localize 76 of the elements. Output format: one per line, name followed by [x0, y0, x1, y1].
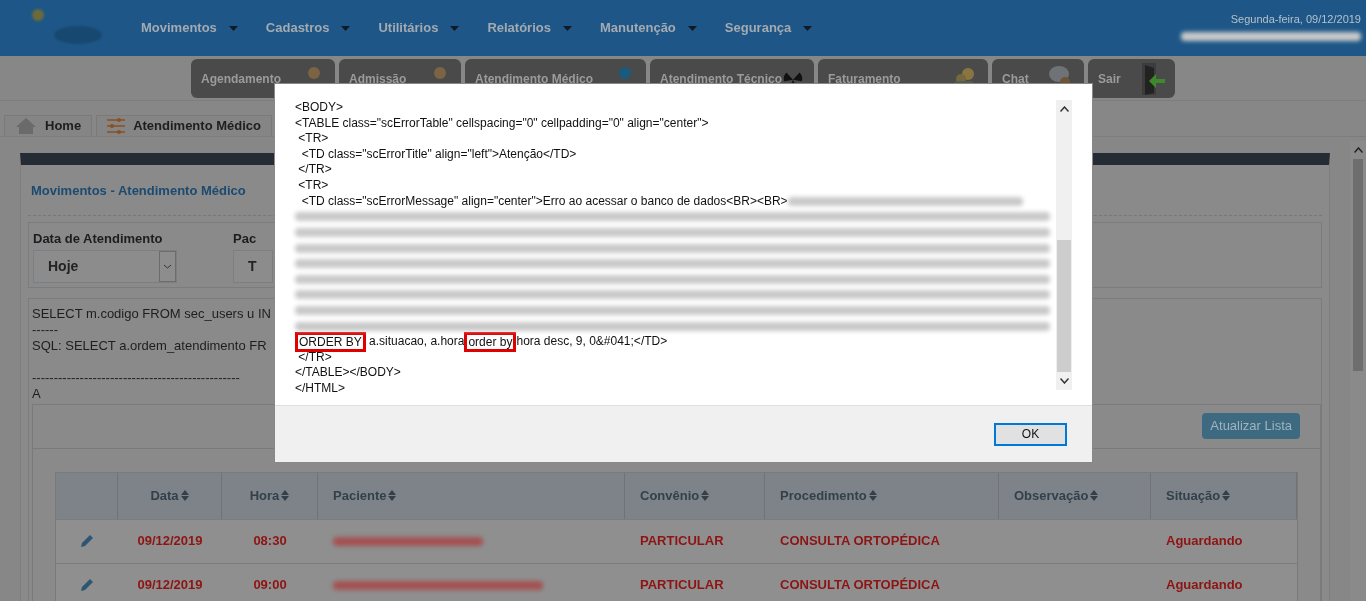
menu-item[interactable]: Manutenção — [599, 18, 697, 38]
sort-icon — [1090, 490, 1099, 501]
code-line: <TR> — [297, 177, 329, 194]
column-header[interactable]: Data — [150, 485, 179, 506]
caret-icon — [562, 25, 572, 31]
column-header[interactable]: Convênio — [640, 485, 700, 506]
pencil-icon[interactable] — [80, 578, 94, 592]
menu-item[interactable]: Cadastros — [265, 18, 351, 38]
select-field[interactable]: T — [233, 250, 273, 283]
table-cell-text: 08:30 — [253, 532, 287, 551]
table-cell-text: CONSULTA ORTOPÉDICA — [780, 576, 940, 595]
scroll-up-icon[interactable] — [1059, 106, 1069, 112]
sort-icon — [281, 490, 290, 501]
home-icon — [15, 116, 37, 135]
sliders-icon — [107, 117, 126, 134]
code-line: <TR> — [297, 131, 329, 147]
table-cell-text: PARTICULAR — [640, 532, 724, 551]
shortcut-button[interactable]: Sair — [1088, 59, 1175, 98]
error-text: ------ — [32, 321, 58, 338]
filter-label: Data de Atendimento — [33, 229, 164, 248]
code-line: </TABLE></BODY> — [295, 365, 401, 381]
menu-item[interactable]: Movimentos — [141, 18, 238, 38]
sort-icon — [180, 490, 189, 501]
code-line: <TD class="scErrorMessage" align="center">Erro ao acessar o banco de dados<BR><BR> — [300, 193, 788, 210]
error-text: SELECT m.codigo FROM sec_users u IN — [32, 305, 271, 322]
filter-label: Pac — [233, 229, 258, 248]
code-line: <TD class="scErrorTitle" align="left">Atenção</TD> — [300, 146, 577, 163]
sort-icon — [868, 490, 877, 501]
table-cell-text: 09:00 — [253, 576, 287, 595]
table-cell-text: PARTICULAR — [640, 576, 724, 595]
exit-door-icon — [1139, 61, 1165, 96]
caret-icon — [687, 25, 697, 31]
scroll-down-icon[interactable] — [1059, 378, 1069, 384]
caret-icon — [228, 25, 238, 31]
table-cell-text: 09/12/2019 — [137, 576, 203, 595]
table-cell-text: Aguardando — [1166, 576, 1243, 595]
refresh-button[interactable]: Atualizar Lista — [1202, 413, 1300, 439]
column-header[interactable]: Hora — [249, 485, 280, 506]
table-cell-text: CONSULTA ORTOPÉDICA — [780, 532, 940, 551]
code-line: </TR> — [297, 349, 332, 366]
chevron-down-icon — [159, 251, 176, 282]
code-text: a.situacao, a.hora — [368, 333, 465, 350]
sort-icon — [701, 490, 710, 501]
code-line: <TABLE class="scErrorTable" cellspacing="0" cellpadding="0" align="center"> — [295, 115, 709, 132]
column-header[interactable]: Procedimento — [780, 485, 867, 506]
table-cell-text: Aguardando — [1166, 532, 1243, 551]
scroll-up-icon[interactable] — [1353, 147, 1363, 153]
column-header[interactable]: Paciente — [333, 485, 387, 506]
pencil-icon[interactable] — [80, 534, 94, 548]
menu-item[interactable]: Segurança — [724, 18, 813, 38]
date-text: Segunda-feira, 09/12/2019 — [1230, 11, 1361, 27]
caret-icon — [450, 25, 460, 31]
dialog-scrollbar[interactable] — [1056, 100, 1072, 390]
highlighted-code: order by — [464, 331, 517, 352]
sort-icon — [1222, 490, 1231, 501]
highlighted-code: ORDER BY — [295, 331, 366, 352]
code-line: </HTML> — [295, 380, 345, 397]
menu-item[interactable]: Utilitários — [378, 18, 460, 38]
panel-title: Movimentos - Atendimento Médico — [31, 182, 246, 198]
caret-icon — [341, 25, 351, 31]
select-field[interactable]: Hoje — [33, 250, 177, 283]
error-text: SQL: SELECT a.ordem_atendimento FR — [32, 337, 267, 354]
caret-icon — [803, 25, 813, 31]
error-text: A — [32, 385, 41, 402]
error-text: ------------------------------------------------ — [32, 369, 240, 386]
menu-item[interactable]: Relatórios — [487, 18, 572, 38]
page-tab[interactable]: Atendimento Médico — [96, 115, 272, 136]
ok-button[interactable]: OK — [994, 422, 1067, 446]
code-line: <BODY> — [295, 100, 344, 116]
column-header[interactable]: Situação — [1166, 485, 1221, 506]
table-cell-text: 09/12/2019 — [137, 532, 203, 551]
code-line: </TR> — [297, 162, 332, 178]
page-tab[interactable]: Home — [4, 115, 93, 136]
column-header[interactable]: Observação — [1014, 485, 1089, 506]
code-text: hora desc, 9, 0&#041;</TD> — [516, 333, 668, 350]
sort-icon — [388, 490, 397, 501]
